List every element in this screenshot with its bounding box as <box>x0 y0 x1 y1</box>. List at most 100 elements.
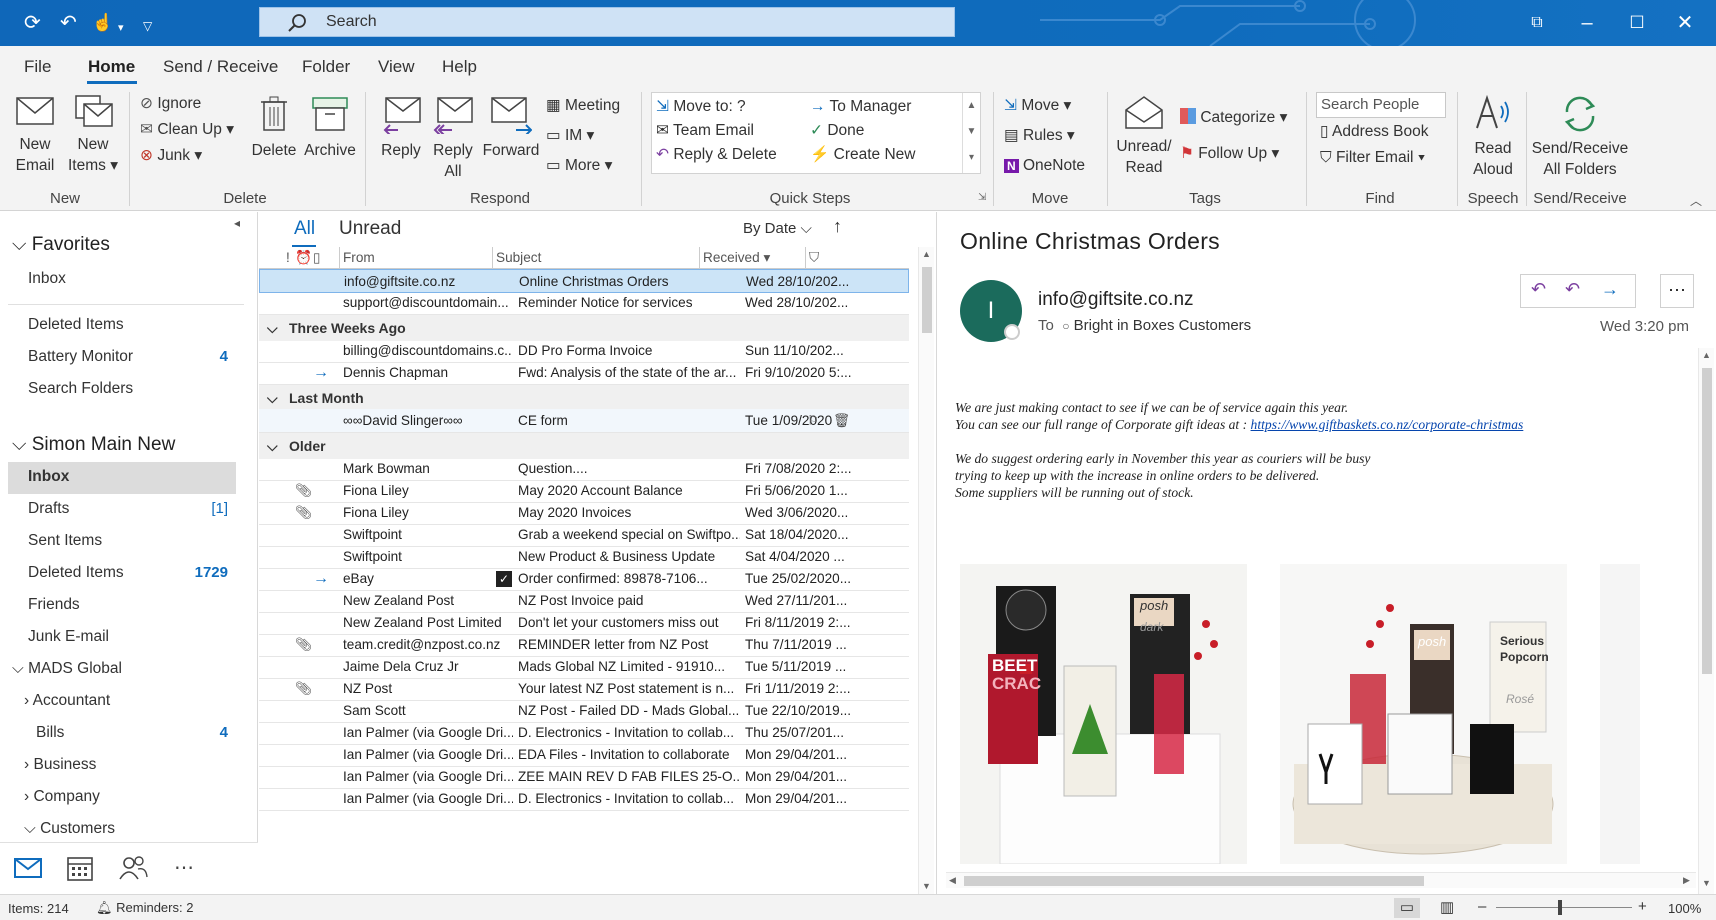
folder-accountant[interactable]: › Accountant <box>24 692 110 710</box>
rules-button[interactable]: ▤ Rules ▾ <box>1004 126 1075 146</box>
reply-button[interactable]: Reply <box>376 94 426 161</box>
flag-icon[interactable]: ⚐ <box>807 409 819 433</box>
table-row[interactable]: Ian Palmer (via Google Dri... ZEE MAIN RE… <box>259 765 909 789</box>
hscrollbar-thumb[interactable] <box>964 876 1424 886</box>
fav-inbox[interactable]: Inbox <box>28 270 66 288</box>
qs-done[interactable]: ✓ Done <box>810 121 864 141</box>
corporate-link[interactable]: https://www.giftbaskets.co.nz/corporate-… <box>1251 417 1524 432</box>
table-row[interactable]: Fiona Liley May 2020 Invoices Wed 3/06/202… <box>259 501 909 525</box>
new-email-button[interactable]: New Email <box>10 94 60 176</box>
more-modules-icon[interactable]: ⋯ <box>174 855 194 880</box>
junk-button[interactable]: ⊗ Junk ▾ <box>140 146 202 166</box>
reading-view-icon[interactable]: ▥ <box>1440 898 1454 916</box>
reply-all-icon[interactable]: ↶ <box>1565 279 1580 300</box>
table-row[interactable]: ∞∞David Slinger∞∞ CE form Tue 1/09/2020 ..… <box>259 409 909 433</box>
read-aloud-button[interactable]: Read Aloud <box>1464 94 1522 180</box>
maximize-button[interactable]: ☐ <box>1622 8 1652 38</box>
address-book-button[interactable]: ▯ Address Book <box>1320 122 1428 142</box>
onenote-button[interactable]: N OneNote <box>1004 156 1085 176</box>
dialog-launcher-icon[interactable]: ⇲ <box>978 192 986 203</box>
restore-window-icon[interactable]: ⧉ <box>1522 8 1552 38</box>
table-row[interactable]: New Zealand Post NZ Post Invoice paid Wed … <box>259 589 909 613</box>
gift-basket-image-2[interactable]: posh Serious Popcorn Rosé <box>1280 564 1567 864</box>
table-row[interactable]: support@discountdomain... Reminder Notice… <box>259 291 909 315</box>
table-row[interactable]: team.credit@nzpost.co.nz REMINDER letter … <box>259 633 909 657</box>
folder-battery-monitor[interactable]: Battery Monitor 4 <box>28 348 228 366</box>
close-button[interactable]: ✕ <box>1670 8 1700 38</box>
table-row[interactable]: Dennis Chapman Fwd: Analysis of the state… <box>259 361 909 385</box>
tab-send-receive[interactable]: Send / Receive <box>163 57 278 77</box>
folder-deleted-items[interactable]: Deleted Items 1729 <box>28 564 228 582</box>
touch-mode-icon[interactable]: ☝ <box>92 11 113 35</box>
group-header[interactable]: ⌵ Last Month <box>259 385 909 411</box>
zoom-slider-thumb[interactable] <box>1558 900 1562 915</box>
table-row[interactable]: New Zealand Post Limited Don't let your c… <box>259 611 909 635</box>
sender-address[interactable]: info@giftsite.co.nz <box>1038 289 1194 311</box>
tab-folder[interactable]: Folder <box>302 57 350 77</box>
qs-team-email[interactable]: ✉ Team Email <box>656 121 754 141</box>
reminders-indicator[interactable]: 🔔︎ Reminders: 2 <box>96 900 193 916</box>
qs-create-new[interactable]: ⚡ Create New <box>810 145 915 165</box>
tab-help[interactable]: Help <box>442 57 477 77</box>
undo-icon[interactable]: ↶ <box>60 11 77 35</box>
folder-sent-items[interactable]: Sent Items <box>28 532 102 550</box>
im-button[interactable]: ▭ IM ▾ <box>546 126 594 146</box>
normal-view-icon[interactable]: ▭ <box>1394 898 1420 918</box>
zoom-out-icon[interactable]: – <box>1478 898 1486 915</box>
table-row[interactable]: Sam Scott NZ Post - Failed DD - Mads Glob… <box>259 699 909 723</box>
more-actions-button[interactable]: ⋯ <box>1660 274 1694 308</box>
zoom-in-icon[interactable]: + <box>1638 898 1647 915</box>
trash-icon[interactable]: 🗑︎ <box>833 409 850 433</box>
scrollbar-thumb[interactable] <box>922 267 932 333</box>
folder-drafts[interactable]: Drafts [1] <box>28 500 228 518</box>
folder-company[interactable]: › Company <box>24 788 100 806</box>
group-header[interactable]: ⌵ Three Weeks Ago <box>259 315 909 341</box>
quick-steps-scroll[interactable]: ▲ ▼ ▾ <box>962 93 980 173</box>
sync-icon[interactable]: ⟳ <box>24 11 41 35</box>
table-row[interactable]: Jaime Dela Cruz Jr Mads Global NZ Limited… <box>259 655 909 679</box>
table-row[interactable]: Swiftpoint New Product & Business Update S… <box>259 545 909 569</box>
folder-deleted-items-fav[interactable]: Deleted Items <box>28 316 124 334</box>
qs-to-manager[interactable]: → To Manager <box>810 97 911 117</box>
collapse-pane-icon[interactable]: ◂ <box>234 216 240 230</box>
delete-button[interactable]: Delete <box>248 94 300 161</box>
send-receive-all-button[interactable]: Send/Receive All Folders <box>1530 94 1630 180</box>
archive-button[interactable]: Archive <box>300 94 360 161</box>
collapse-ribbon-icon[interactable]: ︿ <box>1690 192 1702 209</box>
table-row[interactable]: Mark Bowman Question.... Fri 7/08/2020 2:.… <box>259 457 909 481</box>
tab-home[interactable]: Home <box>88 57 135 77</box>
table-row[interactable]: billing@discountdomains.c... DD Pro Forma… <box>259 339 909 363</box>
ignore-button[interactable]: ⊘ Ignore <box>140 94 201 114</box>
minimize-button[interactable]: – <box>1572 8 1602 38</box>
message-list-scrollbar[interactable]: ▲ ▼ <box>918 247 934 895</box>
account-header[interactable]: ⌵ Simon Main New <box>12 434 175 456</box>
folder-mads-global[interactable]: ⌵ MADS Global <box>12 660 122 678</box>
calendar-icon[interactable] <box>67 855 93 881</box>
zoom-level[interactable]: 100% <box>1668 901 1701 916</box>
folder-friends[interactable]: Friends <box>28 596 80 614</box>
gift-basket-image-1[interactable]: BEET CRAC posh dark <box>960 564 1247 864</box>
mail-icon[interactable] <box>14 857 42 879</box>
reading-pane-scrollbar[interactable]: ▲ ▼ <box>1698 348 1714 894</box>
unread-read-button[interactable]: Unread/Read <box>1112 94 1176 178</box>
more-respond-button[interactable]: ▭ More ▾ <box>546 156 612 176</box>
table-row[interactable]: Ian Palmer (via Google Dri... D. Electron… <box>259 721 909 745</box>
gift-basket-image-3[interactable] <box>1600 564 1640 864</box>
filter-email-button[interactable]: ⛉ Filter Email ▾ <box>1320 148 1425 168</box>
forward-button[interactable]: Forward <box>480 94 542 161</box>
reply-icon[interactable]: ↶ <box>1531 279 1546 300</box>
qs-move-to[interactable]: ⇲ Move to: ? <box>656 97 746 117</box>
people-icon[interactable] <box>118 855 148 881</box>
move-button[interactable]: ⇲ Move ▾ <box>1004 96 1071 116</box>
reply-all-button[interactable]: Reply All <box>430 94 476 182</box>
follow-up-button[interactable]: ⚑ Follow Up ▾ <box>1180 144 1279 164</box>
table-row[interactable]: Swiftpoint Grab a weekend special on Swif… <box>259 523 909 547</box>
favorites-header[interactable]: ⌵ Favorites <box>12 234 110 256</box>
folder-inbox[interactable]: Inbox <box>28 468 69 486</box>
reading-pane-hscrollbar[interactable]: ◀ ▶ <box>946 872 1696 888</box>
table-row[interactable]: NZ Post Your latest NZ Post statement is … <box>259 677 909 701</box>
tab-file[interactable]: File <box>24 57 51 77</box>
table-row[interactable]: Fiona Liley May 2020 Account Balance Fri 5… <box>259 479 909 503</box>
recipient-name[interactable]: Bright in Boxes Customers <box>1074 317 1252 334</box>
meeting-button[interactable]: ▦ Meeting <box>546 96 620 116</box>
